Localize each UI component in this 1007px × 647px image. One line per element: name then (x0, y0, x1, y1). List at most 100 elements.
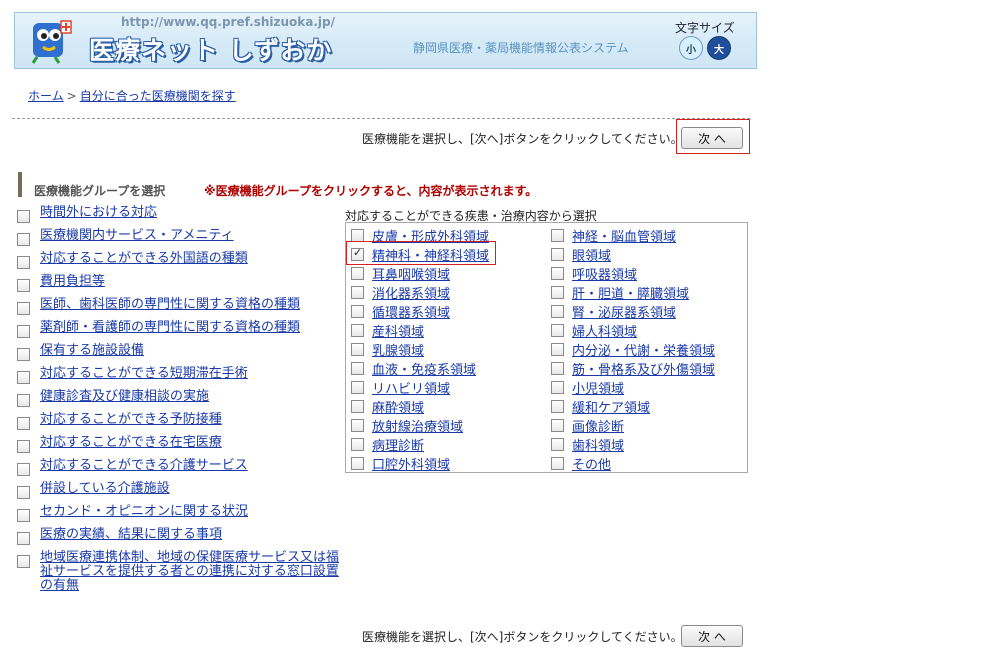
disease-checkbox[interactable] (351, 343, 364, 356)
group-checkbox[interactable] (17, 348, 30, 361)
group-link[interactable]: 医師、歯科医師の専門性に関する資格の種類 (40, 298, 300, 312)
group-checkbox[interactable] (17, 509, 30, 522)
group-link[interactable]: 保有する施設設備 (40, 344, 144, 358)
disease-checkbox[interactable] (551, 324, 564, 337)
section-bar (18, 172, 22, 197)
group-link[interactable]: 費用負担等 (40, 275, 105, 289)
disease-link[interactable]: 神経・脳血管領域 (572, 226, 676, 245)
breadcrumb-current-link[interactable]: 自分に合った医療機関を探す (80, 89, 236, 103)
group-link[interactable]: 対応することができる介護サービス (40, 459, 248, 473)
next-button-top[interactable]: 次 へ (681, 127, 743, 149)
disease-checkbox[interactable] (551, 229, 564, 242)
disease-link[interactable]: 歯科領域 (572, 435, 624, 454)
group-checkbox[interactable] (17, 394, 30, 407)
disease-checkbox[interactable] (551, 343, 564, 356)
disease-link[interactable]: 画像診断 (572, 416, 624, 435)
disease-link[interactable]: 眼領域 (572, 245, 611, 264)
highlight-box-selected (346, 241, 496, 265)
disease-checkbox[interactable] (351, 324, 364, 337)
disease-link[interactable]: 内分泌・代謝・栄養領域 (572, 340, 715, 359)
group-checkbox[interactable] (17, 486, 30, 499)
group-link[interactable]: 対応することができる予防接種 (40, 413, 222, 427)
group-item: 併設している介護施設 (17, 482, 342, 499)
disease-link[interactable]: 婦人科領域 (572, 321, 637, 340)
group-link[interactable]: 対応することができる短期滞在手術 (40, 367, 248, 381)
group-checkbox[interactable] (17, 371, 30, 384)
group-link[interactable]: 健康診査及び健康相談の実施 (40, 390, 209, 404)
group-checkbox[interactable] (17, 302, 30, 315)
disease-checkbox[interactable] (351, 267, 364, 280)
font-size-large-button[interactable]: 大 (707, 36, 731, 60)
group-link[interactable]: 医療機関内サービス・アメニティ (40, 229, 234, 243)
disease-link[interactable]: 消化器系領域 (372, 283, 450, 302)
group-checkbox[interactable] (17, 532, 30, 545)
group-link[interactable]: 時間外における対応 (40, 206, 157, 220)
disease-checkbox[interactable] (551, 286, 564, 299)
disease-checkbox[interactable] (351, 305, 364, 318)
disease-checkbox[interactable] (551, 305, 564, 318)
breadcrumb-home-link[interactable]: ホーム (28, 89, 64, 103)
group-item: 対応することができる介護サービス (17, 459, 342, 476)
disease-checkbox[interactable] (551, 400, 564, 413)
disease-link[interactable]: 耳鼻咽喉領域 (372, 264, 450, 283)
disease-checkbox[interactable] (351, 381, 364, 394)
disease-link[interactable]: 肝・胆道・膵臓領域 (572, 283, 689, 302)
disease-link[interactable]: 放射線治療領域 (372, 416, 463, 435)
group-checkbox[interactable] (17, 417, 30, 430)
group-checkbox[interactable] (17, 440, 30, 453)
site-title[interactable]: 医療ネット しずおか (89, 31, 332, 67)
disease-link[interactable]: 呼吸器領域 (572, 264, 637, 283)
disease-item: 耳鼻咽喉領域 (351, 264, 489, 283)
disease-item: 放射線治療領域 (351, 416, 489, 435)
disease-link[interactable]: 血液・免疫系領域 (372, 359, 476, 378)
disease-link[interactable]: 筋・骨格系及び外傷領域 (572, 359, 715, 378)
group-link[interactable]: 医療の実績、結果に関する事項 (40, 528, 222, 542)
group-link[interactable]: セカンド・オピニオンに関する状況 (40, 505, 248, 519)
disease-checkbox[interactable] (551, 381, 564, 394)
instruction-text-bottom: 医療機能を選択し、[次へ]ボタンをクリックしてください。→ (362, 630, 693, 644)
group-checkbox[interactable] (17, 233, 30, 246)
disease-checkbox[interactable] (351, 438, 364, 451)
disease-column-right: 神経・脳血管領域 眼領域 呼吸器領域 肝・胆道・膵臓領域 腎・泌尿器系領域 婦人科領域 内分… (551, 226, 715, 473)
group-checkbox[interactable] (17, 256, 30, 269)
group-checkbox[interactable] (17, 210, 30, 223)
disease-checkbox[interactable] (351, 362, 364, 375)
disease-link[interactable]: 病理診断 (372, 435, 424, 454)
disease-link[interactable]: その他 (572, 454, 611, 473)
disease-checkbox[interactable] (551, 248, 564, 261)
disease-checkbox[interactable] (551, 438, 564, 451)
disease-link[interactable]: 小児領域 (572, 378, 624, 397)
next-button-bottom[interactable]: 次 へ (681, 625, 743, 647)
group-checkbox[interactable] (17, 555, 30, 568)
disease-checkbox[interactable] (351, 286, 364, 299)
group-checkbox[interactable] (17, 279, 30, 292)
group-item: 対応することができる在宅医療 (17, 436, 342, 453)
disease-checkbox[interactable] (351, 419, 364, 432)
disease-link[interactable]: 乳腺領域 (372, 340, 424, 359)
disease-link[interactable]: 腎・泌尿器系領域 (572, 302, 676, 321)
group-link[interactable]: 対応することができる外国語の種類 (40, 252, 248, 266)
disease-checkbox[interactable] (551, 419, 564, 432)
font-size-label: 文字サイズ (675, 21, 735, 35)
group-link[interactable]: 地域医療連携体制、地域の保健医療サービス又は福祉サービスを提供する者との連携に対… (40, 551, 342, 593)
disease-link[interactable]: 循環器系領域 (372, 302, 450, 321)
group-link[interactable]: 併設している介護施設 (40, 482, 170, 496)
disease-link[interactable]: 口腔外科領域 (372, 454, 450, 473)
disease-checkbox[interactable] (551, 362, 564, 375)
disease-link[interactable]: 産科領域 (372, 321, 424, 340)
disease-item: リハビリ領域 (351, 378, 489, 397)
disease-item: 緩和ケア領域 (551, 397, 715, 416)
disease-item: 画像診断 (551, 416, 715, 435)
group-link[interactable]: 薬剤師・看護師の専門性に関する資格の種類 (40, 321, 300, 335)
font-size-small-button[interactable]: 小 (679, 36, 703, 60)
disease-link[interactable]: 緩和ケア領域 (572, 397, 650, 416)
group-checkbox[interactable] (17, 325, 30, 338)
disease-link[interactable]: 麻酔領域 (372, 397, 424, 416)
group-checkbox[interactable] (17, 463, 30, 476)
disease-checkbox[interactable] (351, 457, 364, 470)
disease-checkbox[interactable] (351, 400, 364, 413)
disease-checkbox[interactable] (551, 457, 564, 470)
disease-link[interactable]: リハビリ領域 (372, 378, 450, 397)
group-link[interactable]: 対応することができる在宅医療 (40, 436, 222, 450)
disease-checkbox[interactable] (551, 267, 564, 280)
